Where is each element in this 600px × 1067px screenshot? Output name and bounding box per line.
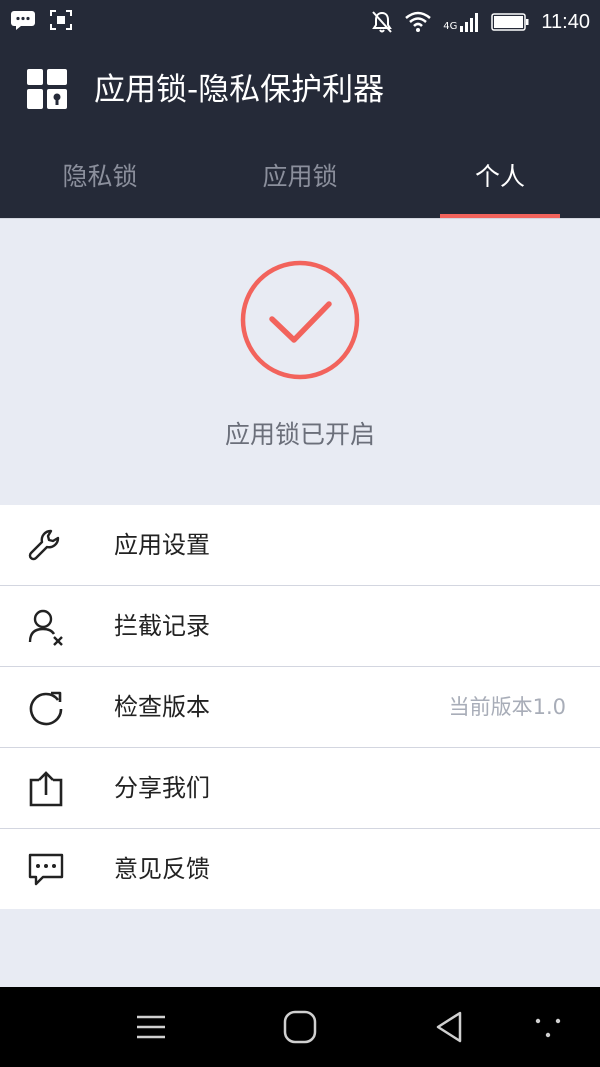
tab-privacy-lock[interactable]: 隐私锁 — [0, 152, 200, 218]
status-bar: 4G 11:40 — [0, 0, 600, 44]
current-version-text: 当前版本1.0 — [448, 695, 566, 719]
menu-label: 检查版本 — [114, 693, 210, 721]
menu-label: 分享我们 — [114, 774, 210, 802]
tab-personal[interactable]: 个人 — [400, 152, 600, 218]
notifications-off-icon — [372, 11, 393, 33]
check-circle-icon — [240, 260, 360, 380]
menu-item-block-records[interactable]: 拦截记录 — [0, 586, 600, 667]
lock-status-panel: 应用锁已开启 — [0, 218, 600, 505]
user-blocked-icon — [28, 609, 63, 646]
screenshot-notification-icon — [50, 10, 72, 30]
app-header: 应用锁-隐私保护利器 隐私锁 应用锁 个人 — [0, 44, 600, 218]
wrench-icon — [28, 529, 60, 561]
wifi-icon — [405, 11, 432, 32]
home-icon[interactable] — [280, 1007, 320, 1047]
lock-status-text: 应用锁已开启 — [224, 420, 375, 449]
tab-bar: 隐私锁 应用锁 个人 — [0, 152, 600, 218]
refresh-icon — [29, 691, 63, 726]
app-lock-grid-icon[interactable] — [27, 69, 67, 109]
message-notification-icon — [11, 11, 35, 30]
network-type: 4G — [443, 21, 458, 32]
more-dots-icon[interactable] — [528, 1007, 568, 1047]
feedback-icon — [28, 853, 64, 886]
battery-icon — [491, 13, 529, 31]
menu-label: 拦截记录 — [114, 612, 210, 640]
menu-item-app-settings[interactable]: 应用设置 — [0, 505, 600, 586]
menu-label: 应用设置 — [114, 531, 210, 559]
system-navigation-bar — [0, 987, 600, 1067]
cell-signal-icon — [460, 13, 479, 32]
status-bar-left — [10, 10, 72, 30]
status-bar-right: 4G 11:40 — [371, 8, 590, 36]
share-icon — [29, 771, 63, 807]
menu-label: 意见反馈 — [114, 855, 210, 883]
menu-item-share[interactable]: 分享我们 — [0, 748, 600, 829]
app-title: 应用锁-隐私保护利器 — [94, 72, 385, 108]
menu-item-feedback[interactable]: 意见反馈 — [0, 829, 600, 909]
menu-icon[interactable] — [131, 1007, 171, 1047]
back-icon[interactable] — [430, 1007, 470, 1047]
app-root: 4G 11:40 应用锁-隐私保护利器 隐私锁 应用锁 个人 应用锁已开启 应用… — [0, 0, 600, 1067]
menu-item-check-version[interactable]: 检查版本 当前版本1.0 — [0, 667, 600, 748]
settings-menu: 应用设置 拦截记录 检查版本 当前版本1.0 分享我们 意见反馈 — [0, 505, 600, 909]
status-time: 11:40 — [541, 11, 590, 33]
tab-app-lock[interactable]: 应用锁 — [200, 152, 400, 218]
